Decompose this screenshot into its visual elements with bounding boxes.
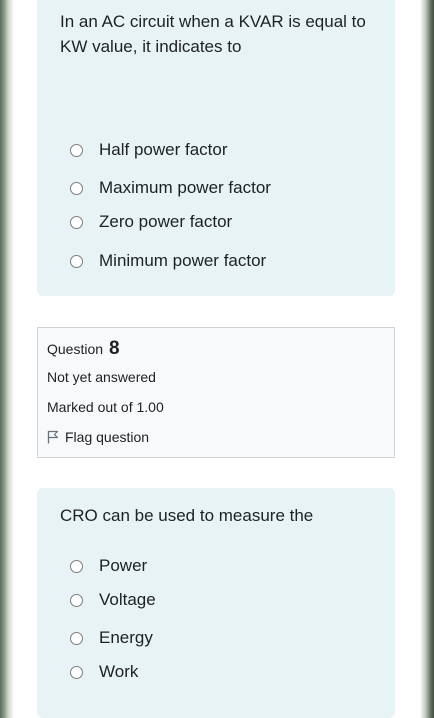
radio-button[interactable] [70,631,83,645]
question-label: Question [47,341,104,357]
answer-option[interactable]: Work [70,659,138,685]
question-7-card: In an AC circuit when a KVAR is equal to… [37,0,395,296]
answer-option[interactable]: Minimum power factor [70,248,266,274]
question-info-box: Question 8 Not yet answered Marked out o… [37,327,395,458]
quiz-page: In an AC circuit when a KVAR is equal to… [14,0,420,718]
question-8-text: CRO can be used to measure the [60,506,314,525]
radio-button[interactable] [70,215,83,229]
question-8-card: CRO can be used to measure the Power Vol… [37,488,395,718]
radio-button[interactable] [70,665,83,679]
question-grade: Marked out of 1.00 [47,399,164,415]
answer-option-label: Voltage [99,590,156,609]
answer-option-label: Energy [99,628,153,647]
question-7-text: In an AC circuit when a KVAR is equal to… [60,12,366,56]
question-number-line: Question 8 [47,338,120,360]
answer-option[interactable]: Voltage [70,587,156,613]
answer-option-label: Zero power factor [99,212,233,231]
radio-button[interactable] [70,559,83,573]
answer-option-label: Power [99,556,148,575]
answer-option-label: Work [99,662,139,681]
radio-button[interactable] [70,254,83,268]
radio-button[interactable] [70,181,83,195]
question-number: 8 [108,338,120,359]
answer-option[interactable]: Energy [70,625,153,651]
radio-button[interactable] [70,143,83,157]
answer-option-label: Minimum power factor [99,251,267,270]
answer-option[interactable]: Half power factor [70,137,228,163]
answer-option[interactable]: Maximum power factor [70,175,271,201]
answer-option[interactable]: Power [70,553,147,579]
flag-outline-icon[interactable] [47,430,59,444]
radio-button[interactable] [70,593,83,607]
question-state: Not yet answered [47,369,156,385]
answer-option[interactable]: Zero power factor [70,209,232,235]
answer-option-label: Maximum power factor [99,178,271,197]
answer-option-label: Half power factor [99,140,228,159]
flag-question-link[interactable]: Flag question [47,429,149,445]
flag-question-label[interactable]: Flag question [65,429,149,445]
